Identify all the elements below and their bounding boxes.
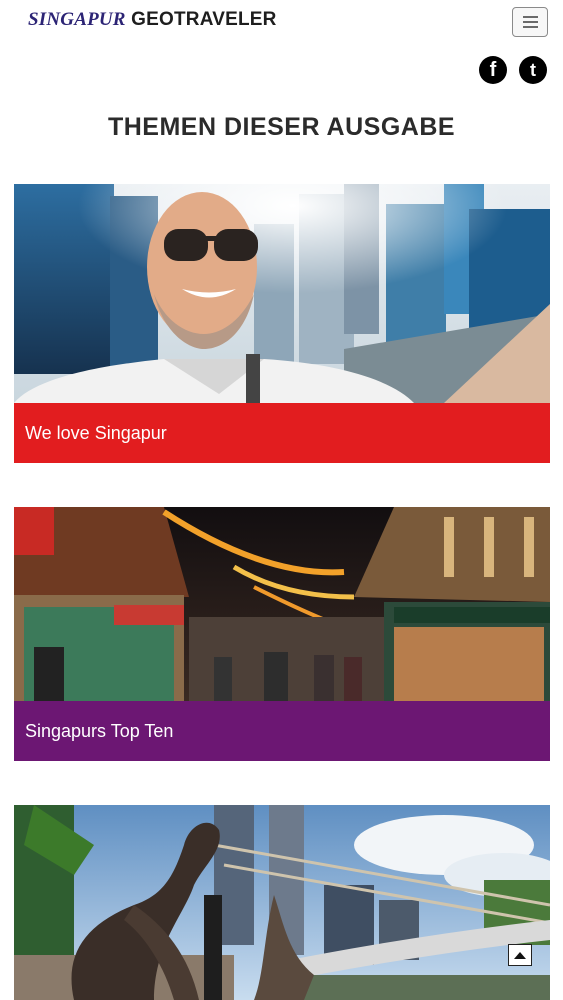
selfie-man-skyline-image <box>14 184 550 403</box>
menu-icon-bar <box>523 16 538 18</box>
menu-icon-bar <box>523 26 538 28</box>
topic-card-river[interactable] <box>14 805 550 1000</box>
river-sculptures-bridge-image <box>14 805 550 1000</box>
menu-icon-bar <box>523 21 538 23</box>
logo-word-geotraveler: GEOTRAVELER <box>131 9 277 30</box>
hamburger-menu-button[interactable] <box>512 7 548 37</box>
facebook-icon[interactable]: f <box>479 56 507 84</box>
topic-card-caption[interactable]: We love Singapur <box>14 403 550 463</box>
topic-card-caption[interactable]: Singapurs Top Ten <box>14 701 550 761</box>
section-title: THEMEN DIESER AUSGABE <box>107 113 456 141</box>
logo-word-singapur: SINGAPUR <box>28 9 126 30</box>
twitter-icon[interactable]: t <box>519 56 547 84</box>
header: SINGAPUR GEOTRAVELER <box>0 0 563 44</box>
site-logo[interactable]: SINGAPUR GEOTRAVELER <box>28 9 277 31</box>
chevron-up-icon <box>514 952 526 959</box>
chinatown-market-night-image <box>14 507 550 701</box>
scroll-to-top-button[interactable] <box>508 944 532 966</box>
topic-card-singapurs-top-ten[interactable]: Singapurs Top Ten <box>14 507 550 761</box>
topic-card-we-love-singapur[interactable]: We love Singapur <box>14 184 550 463</box>
